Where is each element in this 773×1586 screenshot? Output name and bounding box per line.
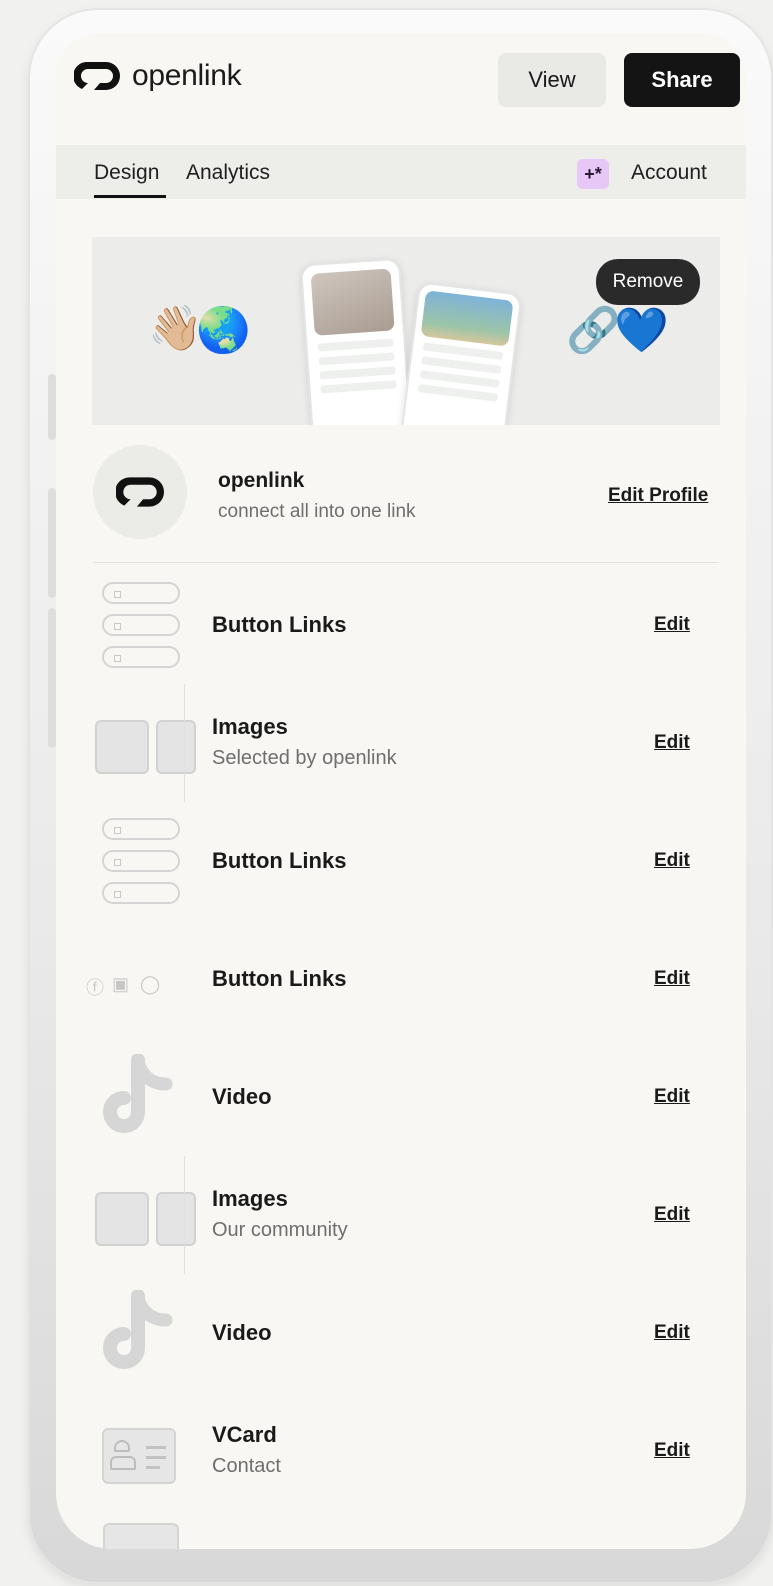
profile-tagline: connect all into one link — [218, 501, 416, 522]
block-title: Images — [212, 1186, 288, 1211]
block-title: Images — [212, 714, 288, 739]
block-row[interactable]: Video Edit — [56, 1038, 746, 1156]
block-title: VCard — [212, 1422, 277, 1447]
divider — [93, 562, 719, 563]
block-title: Video — [212, 1320, 272, 1345]
remove-banner-button[interactable]: Remove — [596, 259, 700, 305]
phone-preview-image — [397, 281, 523, 425]
button-links-icon — [90, 812, 184, 910]
block-row[interactable]: Images Selected by openlink Edit — [56, 684, 746, 802]
tab-analytics[interactable]: Analytics — [186, 161, 270, 185]
brand-logo[interactable]: openlink — [74, 57, 242, 95]
block-subtitle: Our community — [212, 1219, 348, 1241]
tab-design[interactable]: Design — [94, 161, 159, 185]
edit-link[interactable]: Edit — [654, 850, 690, 872]
block-subtitle: Selected by openlink — [212, 747, 397, 769]
block-row[interactable]: Images Our community Edit — [56, 1156, 746, 1274]
vcard-icon — [90, 1402, 184, 1500]
tiktok-icon — [90, 1048, 184, 1146]
edit-link[interactable]: Edit — [654, 1322, 690, 1344]
tab-bar: Design Analytics +* Account — [56, 145, 746, 199]
block-row[interactable]: Video Edit — [56, 1274, 746, 1392]
avatar[interactable] — [93, 445, 187, 539]
globe-emoji: 🌏 — [196, 306, 251, 355]
block-row[interactable]: ⓕ ▣ ◯ Button Links Edit — [56, 920, 746, 1038]
edit-link[interactable]: Edit — [654, 732, 690, 754]
block-thumbnail — [103, 1523, 179, 1549]
openlink-logo-icon — [74, 61, 120, 90]
blue-heart-emoji: 💙 — [614, 306, 669, 355]
phone-preview-image — [299, 257, 413, 425]
block-subtitle: Contact — [212, 1455, 281, 1477]
profile-name: openlink — [218, 469, 305, 492]
block-title: Button Links — [212, 848, 347, 873]
edit-link[interactable]: Edit — [654, 1086, 690, 1108]
block-row[interactable]: Button Links Edit — [56, 566, 746, 684]
edit-link[interactable]: Edit — [654, 614, 690, 636]
waving-hand-emoji: 👋🏼 — [148, 304, 203, 353]
block-title: Button Links — [212, 966, 347, 991]
social-links-icon: ⓕ ▣ ◯ — [86, 930, 184, 1028]
facebook-icon: ⓕ — [86, 978, 104, 998]
tiktok-icon — [90, 1284, 184, 1382]
side-button — [48, 374, 56, 440]
edit-link[interactable]: Edit — [654, 968, 690, 990]
images-icon — [90, 694, 196, 792]
active-tab-indicator — [94, 195, 166, 198]
tab-account[interactable]: Account — [631, 161, 707, 185]
side-button — [48, 608, 56, 748]
header: openlink View Share — [56, 33, 746, 141]
instagram-icon: ▣ — [112, 974, 130, 994]
cover-banner[interactable]: 👋🏼 🌏 🔗 💙 Remove — [92, 237, 720, 425]
block-row[interactable]: VCard Contact Edit — [56, 1392, 746, 1510]
edit-profile-link[interactable]: Edit Profile — [608, 485, 708, 507]
share-button[interactable]: Share — [624, 53, 740, 107]
chat-icon: ◯ — [140, 974, 161, 994]
block-title: Video — [212, 1084, 272, 1109]
openlink-logo-icon — [116, 477, 164, 507]
images-icon — [90, 1166, 196, 1264]
block-row[interactable]: Button Links Edit — [56, 802, 746, 920]
sparkle-icon[interactable]: +* — [577, 159, 609, 189]
block-title: Button Links — [212, 612, 347, 637]
button-links-icon — [90, 576, 184, 674]
app-screen: openlink View Share Design Analytics +* … — [56, 33, 746, 1549]
side-button — [48, 488, 56, 598]
edit-link[interactable]: Edit — [654, 1204, 690, 1226]
edit-link[interactable]: Edit — [654, 1440, 690, 1462]
link-emoji: 🔗 — [566, 306, 621, 355]
brand-name: openlink — [132, 59, 242, 92]
view-button[interactable]: View — [498, 53, 606, 107]
